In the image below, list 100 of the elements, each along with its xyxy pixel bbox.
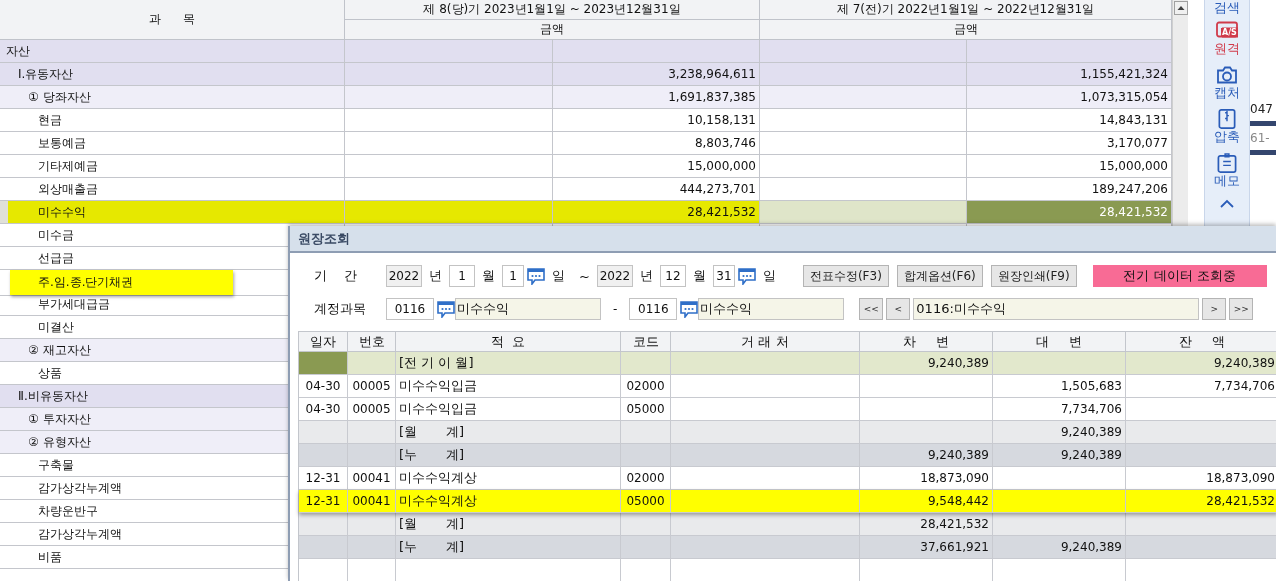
table-row[interactable]: 기타제예금 15,000,000 15,000,000	[0, 155, 1172, 178]
table-cell-text: 미수수익	[38, 203, 86, 221]
toolbar-button[interactable]: 원장인쇄(F9)	[990, 265, 1077, 287]
table-cell-text: 상품	[38, 364, 62, 382]
status-badge: 전기 데이터 조회중	[1092, 265, 1267, 287]
next-button[interactable]: >	[1202, 298, 1227, 320]
table-cell: 02000	[626, 471, 665, 485]
month-field[interactable]: 12	[659, 265, 686, 287]
table-cell: 05000	[626, 402, 665, 416]
table-cell: 1,691,837,385	[668, 90, 756, 104]
table-row[interactable]: [누 계] 37,661,921 9,240,389	[299, 536, 1276, 559]
table-row[interactable]: [월 계] 28,421,532	[299, 513, 1276, 536]
table-cell: 3,238,964,611	[668, 67, 756, 81]
tool-label[interactable]: 메모	[1214, 173, 1240, 189]
table-cell: 14,843,131	[1099, 113, 1168, 127]
table-cell: 04-30	[305, 402, 341, 416]
table-cell-text: 감가상각누계액	[38, 479, 122, 497]
table-cell: 28,421,532	[920, 517, 989, 531]
table-row[interactable]: 04-30 00005 미수수익입금 05000 7,734,706	[299, 398, 1276, 421]
unit-label: 일	[552, 267, 565, 285]
tool-label[interactable]: 압축	[1214, 129, 1240, 145]
account-code-field[interactable]: 0116	[629, 298, 678, 320]
table-cell-text: Ⅱ.비유동자산	[18, 387, 88, 405]
table-row[interactable]: Ⅰ.유동자산 3,238,964,611 1,155,421,324	[0, 63, 1172, 86]
table-cell: 444,273,701	[679, 182, 756, 196]
table-row[interactable]: 보통예금 8,803,746 3,170,077	[0, 132, 1172, 155]
unit-label: 년	[639, 267, 653, 285]
table-cell-text: Ⅰ.유동자산	[18, 65, 74, 83]
last-button[interactable]: >>	[1229, 298, 1254, 320]
unit-label: 일	[762, 267, 776, 285]
field-label: 기 간	[313, 267, 358, 285]
table-cell: 28,421,532	[687, 205, 756, 219]
account-name-field[interactable]: 미수수익	[455, 298, 601, 320]
account-code-field[interactable]: 0116	[386, 298, 434, 320]
month-field[interactable]: 1	[449, 265, 475, 287]
table-cell: 미수수익입금	[399, 377, 477, 395]
first-button[interactable]: <<	[859, 298, 884, 320]
table-cell: [누 계]	[399, 446, 465, 464]
column-header: 제 7(전)기 2022년1월1일 ~ 2022년12월31일	[760, 0, 1172, 20]
table-cell: 1,505,683	[1060, 379, 1122, 393]
table-cell: 9,240,389	[1213, 356, 1275, 370]
account-name-field[interactable]: 미수수익	[698, 298, 845, 320]
dash-text: -	[613, 302, 618, 316]
table-cell: 189,247,206	[1091, 182, 1168, 196]
unit-label: 월	[482, 267, 495, 285]
table-row[interactable]: [월 계] 9,240,389	[299, 421, 1276, 444]
table-cell: 9,240,389	[927, 356, 989, 370]
table-cell: 05000	[626, 494, 665, 508]
badge-label: A/S	[1221, 28, 1238, 37]
table-cell: 00005	[352, 379, 391, 393]
table-row[interactable]: 현금 10,158,131 14,843,131	[0, 109, 1172, 132]
table-cell-text: 구축물	[38, 456, 74, 474]
table-cell-text: ① 당좌자산	[28, 88, 91, 106]
table-cell-text: 기타제예금	[38, 157, 98, 175]
table-cell-text: 미수금	[38, 226, 74, 244]
tool-label[interactable]: 검색	[1214, 0, 1240, 16]
table-cell: 7,734,706	[1060, 402, 1122, 416]
table-cell-text: 감가상각누계액	[38, 525, 122, 543]
table-cell-text: 외상매출금	[38, 180, 98, 198]
table-cell: 18,873,090	[920, 471, 989, 485]
year-field[interactable]: 2022	[386, 265, 422, 287]
table-cell: 9,240,389	[927, 448, 989, 462]
table-row[interactable]: 외상매출금 444,273,701 189,247,206	[0, 178, 1172, 201]
current-account-field[interactable]: 0116:미수수익	[913, 298, 1200, 320]
background-text: 047	[1250, 101, 1274, 117]
tool-label[interactable]: 원격	[1214, 41, 1240, 57]
toolbar-button[interactable]: 합계옵션(F6)	[896, 265, 983, 287]
table-cell: [월 계]	[399, 515, 465, 533]
table-cell-text: 비품	[38, 548, 62, 566]
table-row[interactable]: ① 당좌자산 1,691,837,385 1,073,315,054	[0, 86, 1172, 109]
table-cell: 7,734,706	[1213, 379, 1275, 393]
toolbar-button[interactable]: 전표수정(F3)	[802, 265, 889, 287]
table-cell: [누 계]	[399, 538, 465, 556]
table-cell: 04-30	[305, 379, 341, 393]
table-cell: [월 계]	[399, 423, 465, 441]
table-cell-text: 보통예금	[38, 134, 86, 152]
day-field[interactable]: 31	[712, 265, 735, 287]
table-cell: 미수수익입금	[399, 400, 477, 418]
table-cell-text: 부가세대급금	[38, 295, 110, 313]
unit-label: 년	[429, 267, 442, 285]
table-cell: 28,421,532	[1206, 494, 1275, 508]
table-cell: 9,240,389	[1060, 540, 1122, 554]
table-row[interactable]: [누 계] 9,240,389 9,240,389	[299, 444, 1276, 467]
table-cell: 9,240,389	[1060, 425, 1122, 439]
tool-label[interactable]: 캡처	[1214, 85, 1240, 101]
year-field[interactable]: 2022	[596, 265, 633, 287]
table-row[interactable]: 04-30 00005 미수수익입금 02000 1,505,683 7,734,706	[299, 375, 1276, 398]
table-cell: 미수수익계상	[399, 469, 477, 487]
table-row[interactable]: 12-31 00041 미수수익계상 02000 18,873,090 18,873,090	[299, 467, 1276, 490]
table-cell: 00041	[352, 471, 391, 485]
table-cell-text: 현금	[38, 111, 62, 129]
table-row[interactable]: 12-31 00041 미수수익계상 05000 9,548,442 28,421,532	[299, 490, 1276, 513]
field-label: 계정과목	[313, 300, 367, 318]
table-row[interactable]: [전 기 이 월] 9,240,389 9,240,389	[299, 352, 1276, 375]
window-title: 원장조회	[298, 229, 350, 248]
previous-button[interactable]: <	[886, 298, 911, 320]
table-row[interactable]: 미수수익 28,421,532 28,421,532	[0, 201, 1172, 224]
table-row[interactable]: 자산	[0, 40, 1172, 63]
day-field[interactable]: 1	[502, 265, 524, 287]
table-cell: [전 기 이 월]	[399, 354, 474, 372]
